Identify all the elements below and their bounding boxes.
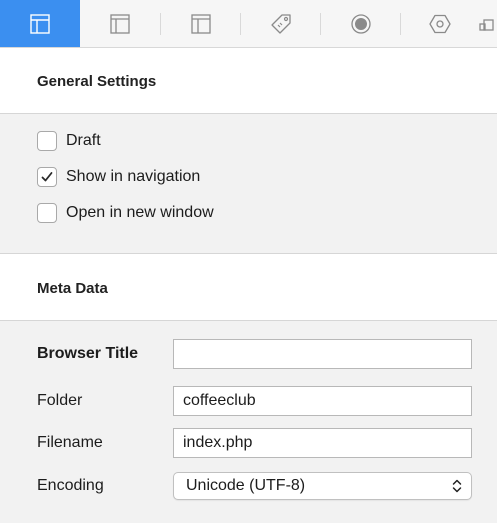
general-settings-header: General Settings — [0, 48, 497, 113]
tab-tag[interactable] — [241, 0, 320, 47]
show-in-navigation-checkbox-row[interactable]: Show in navigation — [37, 166, 200, 188]
open-in-new-window-label: Open in new window — [66, 204, 214, 221]
meta-data-panel: Browser Title Folder Filename Encoding U… — [0, 320, 497, 523]
section-title-general: General Settings — [37, 73, 157, 90]
filename-row: Filename — [37, 428, 497, 458]
folder-input[interactable] — [173, 386, 472, 416]
filename-input[interactable] — [173, 428, 472, 458]
draft-checkbox[interactable] — [37, 131, 57, 151]
modules-icon — [479, 18, 494, 31]
target-icon — [350, 13, 371, 34]
section-title-meta: Meta Data — [37, 280, 108, 297]
encoding-select-value: Unicode (UTF-8) — [186, 477, 306, 494]
browser-title-input[interactable] — [173, 339, 472, 369]
toolbar — [0, 0, 497, 48]
tab-hexagon[interactable] — [401, 0, 479, 47]
show-in-navigation-label: Show in navigation — [66, 168, 201, 185]
general-settings-panel: Draft Show in navigation Open in new win… — [0, 113, 497, 254]
encoding-select[interactable]: Unicode (UTF-8) — [173, 472, 472, 500]
tab-target[interactable] — [321, 0, 400, 47]
layout-columns-icon — [190, 13, 211, 34]
folder-label: Folder — [37, 392, 83, 409]
layout-sidebar-icon — [110, 13, 130, 34]
layout-icon — [30, 13, 50, 34]
filename-label: Filename — [37, 434, 103, 451]
tab-layout[interactable] — [0, 0, 80, 47]
checkmark-icon — [41, 172, 53, 182]
show-in-navigation-checkbox[interactable] — [37, 167, 57, 187]
encoding-row: Encoding Unicode (UTF-8) — [37, 472, 497, 502]
folder-row: Folder — [37, 386, 497, 416]
draft-checkbox-row[interactable]: Draft — [37, 130, 101, 152]
browser-title-label: Browser Title — [37, 345, 139, 362]
meta-data-header: Meta Data — [0, 254, 497, 320]
tab-layout-columns[interactable] — [161, 0, 240, 47]
browser-title-row: Browser Title — [37, 339, 497, 369]
tag-icon — [270, 13, 291, 34]
hexagon-icon — [429, 14, 451, 33]
draft-label: Draft — [66, 132, 101, 149]
tab-layout-sidebar[interactable] — [80, 0, 160, 47]
up-down-chevron-icon — [452, 479, 462, 493]
encoding-label: Encoding — [37, 477, 104, 494]
open-in-new-window-checkbox[interactable] — [37, 203, 57, 223]
open-in-new-window-checkbox-row[interactable]: Open in new window — [37, 202, 214, 224]
tab-modules[interactable] — [479, 0, 497, 47]
